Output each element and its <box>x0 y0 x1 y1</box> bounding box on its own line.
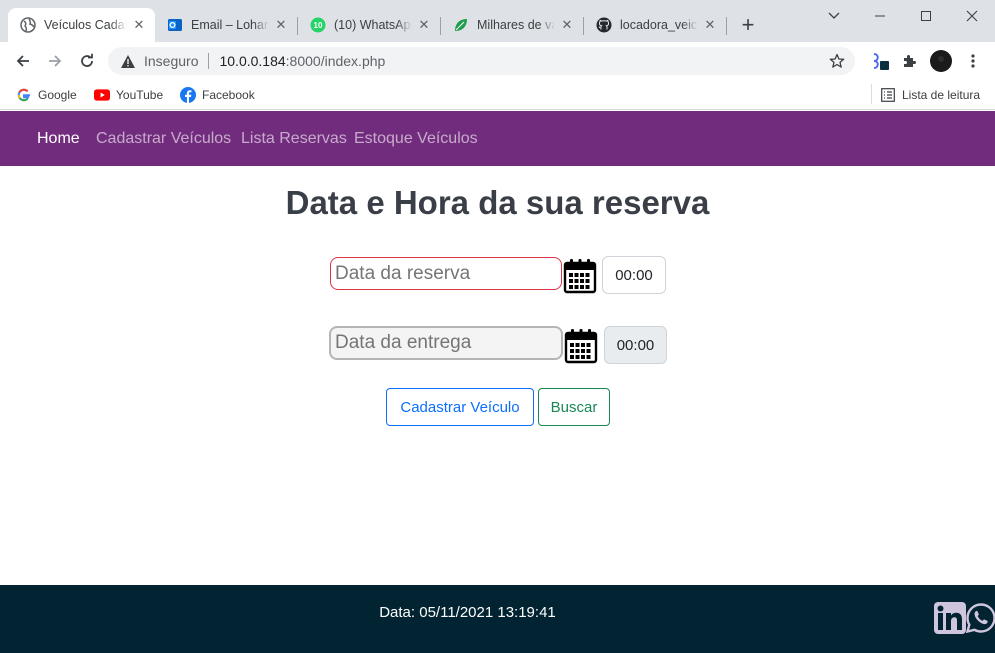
calendar-icon[interactable] <box>564 328 598 364</box>
reservation-date-input[interactable]: Data da reserva <box>330 257 562 290</box>
nav-link-estoque-veiculos[interactable]: Estoque Veículos <box>354 130 478 148</box>
tab-github[interactable]: locadora_veiculos ✕ <box>584 8 726 42</box>
tab-divider <box>726 17 727 35</box>
browser-tab-strip: Veículos Cadastrados ✕ Email – Lohan Rod… <box>0 0 995 42</box>
extensions-puzzle-icon[interactable] <box>897 49 921 73</box>
tab-search-icon[interactable] <box>811 4 857 28</box>
reading-list-button[interactable]: Lista de leitura <box>880 85 980 105</box>
extension-icon[interactable] <box>868 49 892 73</box>
more-menu-icon[interactable] <box>961 49 985 73</box>
nav-link-cadastrar-veiculos[interactable]: Cadastrar Veículos <box>96 130 231 148</box>
youtube-icon <box>94 87 110 103</box>
url-text[interactable]: 10.0.0.184:8000/index.php <box>219 53 385 69</box>
nav-link-home[interactable]: Home <box>37 130 80 148</box>
close-tab-icon[interactable]: ✕ <box>559 17 575 33</box>
close-tab-icon[interactable]: ✕ <box>702 17 718 33</box>
profile-avatar[interactable] <box>929 49 953 73</box>
close-tab-icon[interactable]: ✕ <box>131 17 147 33</box>
return-time-input[interactable]: 00:00 <box>604 326 667 364</box>
svg-text:10: 10 <box>314 21 323 30</box>
nav-link-lista-reservas[interactable]: Lista Reservas <box>241 130 347 148</box>
bookmark-youtube[interactable]: YouTube <box>94 85 163 105</box>
bookmark-label: Facebook <box>202 88 255 102</box>
whatsapp-icon: 10 <box>310 17 326 33</box>
reading-list-label: Lista de leitura <box>902 88 981 102</box>
github-icon <box>596 17 612 33</box>
address-divider <box>208 53 210 69</box>
reload-icon[interactable] <box>75 49 99 73</box>
bookmark-label: Google <box>38 88 77 102</box>
search-button[interactable]: Buscar <box>538 388 610 426</box>
browser-toolbar: Inseguro 10.0.0.184:8000/index.php <box>0 42 995 80</box>
facebook-icon <box>180 87 196 103</box>
calendar-icon[interactable] <box>563 258 597 294</box>
register-vehicle-button[interactable]: Cadastrar Veículo <box>386 388 534 426</box>
tab-title: locadora_veiculos <box>620 18 698 32</box>
security-label: Inseguro <box>144 53 199 69</box>
close-tab-icon[interactable]: ✕ <box>416 17 432 33</box>
tab-title: (10) WhatsApp <box>334 18 412 32</box>
tab-title: Milhares de vagas <box>477 18 555 32</box>
return-date-input[interactable]: Data da entrega <box>329 326 563 360</box>
tab-title: Veículos Cadastrados <box>44 18 127 32</box>
tab-veiculos[interactable]: Veículos Cadastrados ✕ <box>8 8 155 42</box>
whatsapp-icon[interactable] <box>965 602 995 634</box>
bookmark-star-icon[interactable] <box>829 53 845 69</box>
footer-datetime: Data: 05/11/2021 13:19:41 <box>379 604 556 621</box>
tab-vagas[interactable]: Milhares de vagas ✕ <box>441 8 583 42</box>
page-footer: Data: 05/11/2021 13:19:41 <box>0 585 995 653</box>
forward-arrow-icon[interactable] <box>43 49 67 73</box>
reservation-time-input[interactable]: 00:00 <box>602 256 666 294</box>
address-bar[interactable]: Inseguro 10.0.0.184:8000/index.php <box>108 47 855 75</box>
minimize-icon[interactable] <box>857 4 903 28</box>
tab-whatsapp[interactable]: 10 (10) WhatsApp ✕ <box>298 8 440 42</box>
tab-title: Email – Lohan Rodrigues <box>191 18 269 32</box>
bookmark-facebook[interactable]: Facebook <box>180 85 255 105</box>
reading-list-icon <box>880 87 896 103</box>
bookmarks-bar: Google YouTube Facebook Lista de leitura <box>0 80 995 110</box>
linkedin-icon[interactable] <box>934 602 966 634</box>
site-navbar: Home Cadastrar Veículos Lista Reservas E… <box>0 111 995 166</box>
bookmarks-divider <box>871 84 872 104</box>
page-title: Data e Hora da sua reserva <box>285 184 710 221</box>
google-icon <box>16 87 32 103</box>
globe-icon <box>20 17 36 33</box>
maximize-icon[interactable] <box>903 4 949 28</box>
new-tab-button[interactable]: + <box>736 14 760 38</box>
outlook-icon <box>167 17 183 33</box>
close-window-icon[interactable] <box>949 4 995 28</box>
close-tab-icon[interactable]: ✕ <box>273 17 289 33</box>
tab-email[interactable]: Email – Lohan Rodrigues ✕ <box>155 8 297 42</box>
bookmark-label: YouTube <box>116 88 164 102</box>
back-arrow-icon[interactable] <box>11 49 35 73</box>
bookmark-google[interactable]: Google <box>16 85 77 105</box>
leaf-icon <box>453 17 469 33</box>
warning-icon[interactable] <box>120 53 136 69</box>
